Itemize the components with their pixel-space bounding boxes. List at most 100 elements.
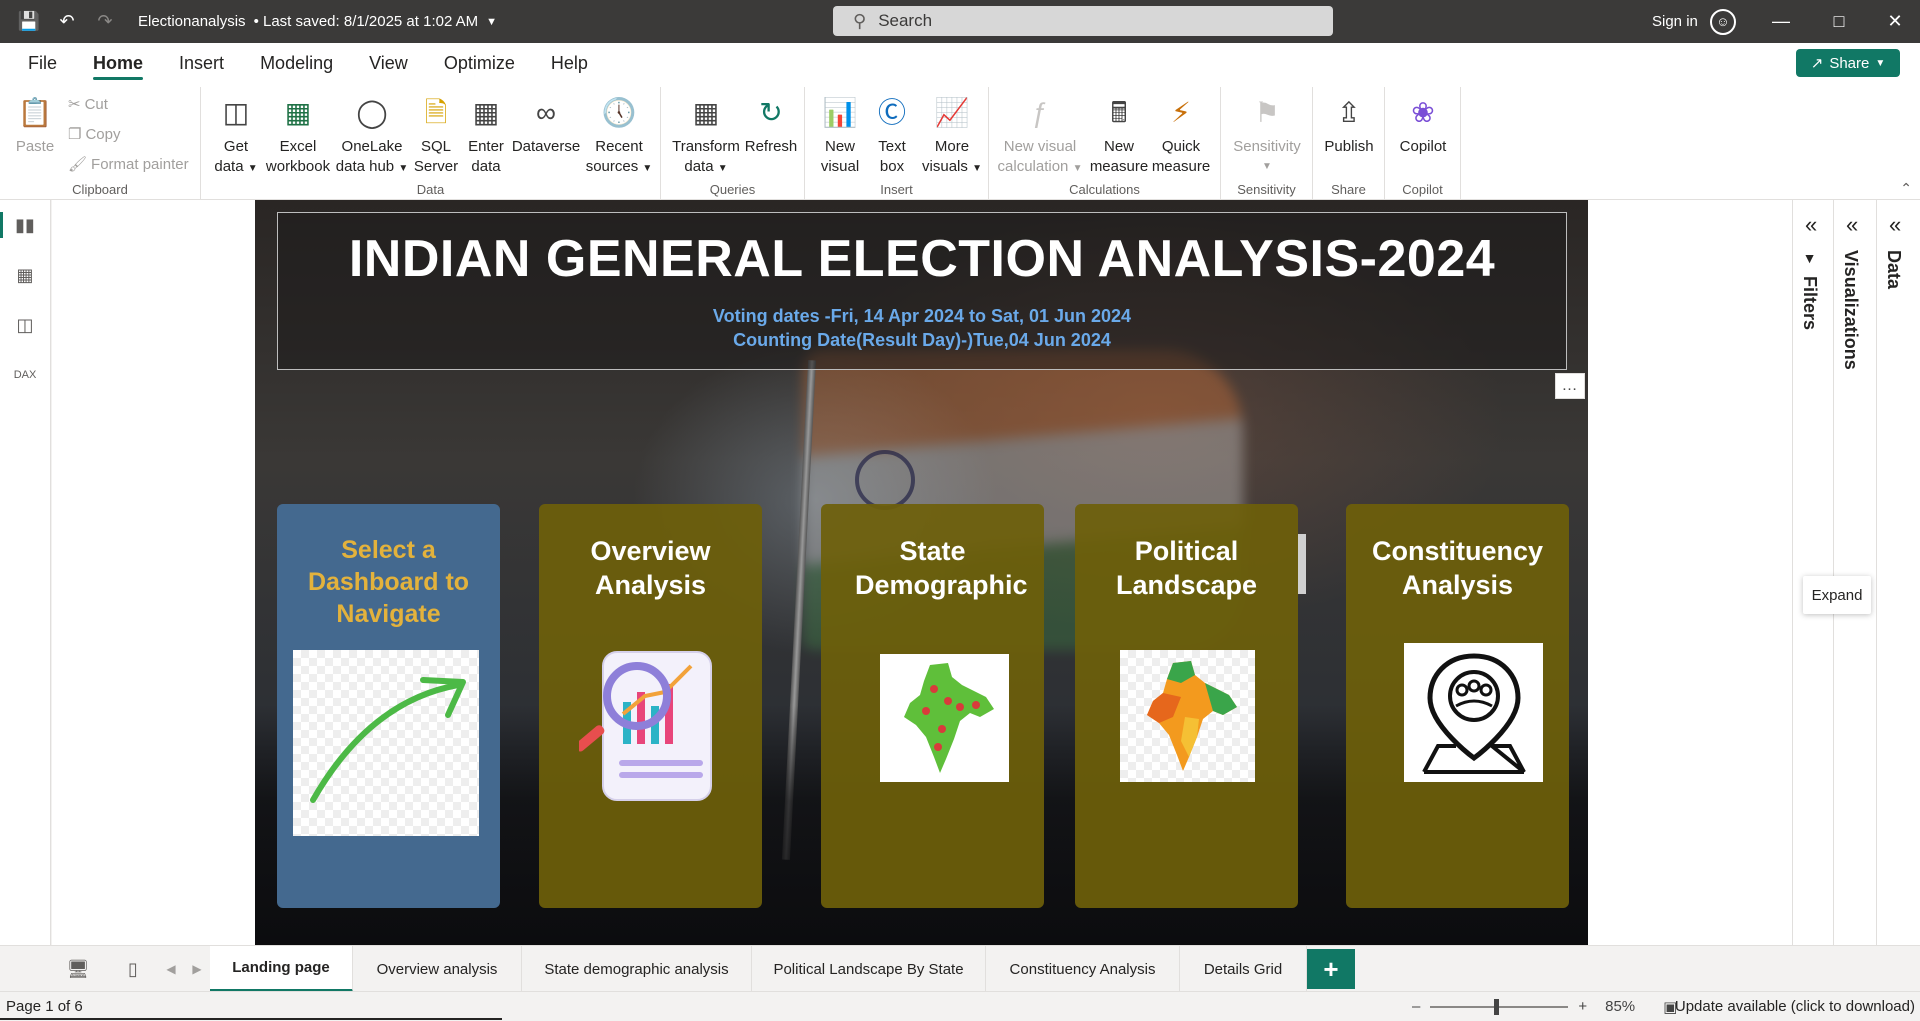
expand-chevron-icon[interactable]: «	[1889, 212, 1901, 238]
tab-help[interactable]: Help	[533, 43, 606, 83]
zoom-control: – + 85% ▣	[1412, 992, 1677, 1021]
card-title: Constituency Analysis	[1371, 536, 1544, 600]
tab-insert[interactable]: Insert	[161, 43, 242, 83]
paste-button[interactable]: 📋 Paste	[12, 93, 58, 157]
desktop-layout-icon[interactable]: 🖥	[60, 946, 96, 992]
tab-modeling[interactable]: Modeling	[242, 43, 351, 83]
group-label-calculations: Calculations	[1069, 182, 1140, 197]
chevron-up-icon[interactable]: ⌃	[1900, 180, 1912, 197]
overview-analysis-card[interactable]: Overview Analysis	[539, 504, 762, 908]
prev-page-icon[interactable]: ◀	[162, 946, 180, 992]
dataverse-icon: ∞	[536, 97, 556, 128]
zoom-out-button[interactable]: –	[1412, 998, 1420, 1015]
chevron-down-icon: ▼	[972, 163, 982, 174]
text-box-button[interactable]: Ⓒ Text box	[867, 93, 917, 177]
tab-optimize[interactable]: Optimize	[426, 43, 533, 83]
more-visuals-button[interactable]: 📈 More visuals ▼	[920, 93, 984, 179]
publish-button[interactable]: ⇫ Publish	[1319, 93, 1379, 157]
transform-data-button[interactable]: ▦ Transform data ▼	[671, 93, 741, 179]
enter-data-button[interactable]: ▦ Enter data	[461, 93, 511, 177]
share-button[interactable]: ↗ Share ▼	[1796, 49, 1900, 77]
quick-measure-icon: ⚡	[1171, 97, 1191, 128]
model-view-icon[interactable]: ◫	[10, 310, 40, 340]
data-pane[interactable]: « Data	[1876, 200, 1920, 945]
redo-icon[interactable]: ↷	[86, 0, 124, 43]
state-demographic-card[interactable]: State Demographic	[821, 504, 1044, 908]
dataverse-button[interactable]: ∞ Dataverse	[511, 93, 581, 157]
page-tab-political-landscape[interactable]: Political Landscape By State	[752, 946, 986, 992]
recent-sources-icon: 🕔	[601, 97, 637, 128]
copilot-icon: ❀	[1411, 97, 1435, 128]
page-tab-details-grid[interactable]: Details Grid	[1180, 946, 1307, 992]
visualizations-pane[interactable]: « Visualizations	[1833, 200, 1876, 945]
copy-icon: ❐	[68, 126, 82, 143]
political-landscape-card[interactable]: Political Landscape by	[1075, 504, 1298, 908]
zoom-in-button[interactable]: +	[1578, 998, 1587, 1015]
quick-measure-button[interactable]: ⚡ Quick measure	[1149, 93, 1213, 177]
save-icon[interactable]: 💾	[10, 0, 48, 43]
expand-tooltip: Expand	[1803, 576, 1871, 614]
scissors-icon: ✂	[68, 96, 81, 113]
maximize-button[interactable]: □	[1814, 0, 1864, 43]
scroll-handle[interactable]	[1298, 534, 1306, 594]
share-label: Share	[1829, 54, 1870, 72]
zoom-slider-thumb[interactable]	[1494, 998, 1500, 1015]
sensitivity-button[interactable]: ⚑ Sensitivity ▼	[1229, 93, 1305, 177]
undo-icon[interactable]: ↶	[48, 0, 86, 43]
database-icon: ◫	[222, 97, 250, 128]
page-tab-landing[interactable]: Landing page	[210, 946, 353, 992]
location-people-icon	[1404, 643, 1543, 782]
more-options-button[interactable]: …	[1555, 373, 1585, 399]
report-page[interactable]: INDIAN GENERAL ELECTION ANALYSIS-2024 Vo…	[255, 200, 1588, 945]
title-text-box[interactable]: INDIAN GENERAL ELECTION ANALYSIS-2024 Vo…	[277, 212, 1567, 370]
next-page-icon[interactable]: ▶	[188, 946, 206, 992]
expand-chevron-icon[interactable]: «	[1805, 212, 1817, 238]
group-label-data: Data	[416, 182, 445, 197]
group-label-clipboard: Clipboard	[72, 182, 128, 197]
dax-query-view-icon[interactable]: DAX	[10, 360, 40, 390]
report-view-icon[interactable]: ▮▮	[0, 210, 40, 240]
page-tab-constituency[interactable]: Constituency Analysis	[986, 946, 1180, 992]
refresh-button[interactable]: ↻ Refresh	[743, 93, 799, 157]
copy-button[interactable]: ❐ Copy	[68, 125, 120, 144]
filters-pane[interactable]: « ▼ Filters	[1792, 200, 1833, 945]
copilot-button[interactable]: ❀ Copilot	[1391, 93, 1455, 157]
expand-chevron-icon[interactable]: «	[1846, 212, 1858, 238]
chevron-down-icon[interactable]: ▼	[486, 16, 497, 28]
new-visual-calculation-button[interactable]: ƒ New visual calculation ▼	[995, 93, 1085, 179]
filters-pane-label: ▼ Filters	[1800, 250, 1820, 331]
copilot-group: ❀ Copilot Copilot	[1385, 87, 1461, 199]
table-view-icon[interactable]: ▦	[10, 260, 40, 290]
new-visual-button[interactable]: 📊 New visual	[815, 93, 865, 177]
page-tab-state-demographic[interactable]: State demographic analysis	[522, 946, 752, 992]
minimize-button[interactable]: —	[1756, 0, 1806, 43]
sign-in-button[interactable]: Sign in ☺	[1652, 0, 1736, 43]
mobile-layout-icon[interactable]: ▯	[118, 946, 148, 992]
tab-view[interactable]: View	[351, 43, 426, 83]
zoom-slider[interactable]	[1430, 998, 1569, 1015]
onelake-data-hub-button[interactable]: ◯ OneLake data hub ▼	[335, 93, 409, 179]
tab-file[interactable]: File	[10, 43, 75, 83]
recent-sources-button[interactable]: 🕔 Recent sources ▼	[584, 93, 654, 179]
cut-button[interactable]: ✂ Cut	[68, 95, 108, 114]
format-painter-button[interactable]: 🖌 Format painter	[68, 155, 189, 174]
group-label-copilot: Copilot	[1402, 182, 1443, 197]
sql-server-button[interactable]: 🗎 SQL Server	[411, 93, 461, 177]
add-page-button[interactable]: +	[1307, 949, 1355, 989]
page-tab-overview[interactable]: Overview analysis	[353, 946, 522, 992]
close-button[interactable]: ✕	[1870, 0, 1920, 43]
tab-home[interactable]: Home	[75, 43, 161, 83]
calculator-icon: 🖩	[1110, 97, 1128, 128]
select-dashboard-card[interactable]: Select a Dashboard to Navigate	[277, 504, 500, 908]
sql-server-icon: 🗎	[424, 97, 448, 128]
update-available-link[interactable]: Update available (click to download)	[1675, 998, 1915, 1015]
search-input[interactable]: ⚲ Search	[833, 6, 1333, 36]
new-measure-button[interactable]: 🖩 New measure	[1089, 93, 1149, 177]
get-data-button[interactable]: ◫ Get data ▼	[211, 93, 261, 179]
excel-workbook-button[interactable]: ▦ Excel workbook	[261, 93, 335, 177]
zoom-level[interactable]: 85%	[1605, 998, 1635, 1015]
insert-group: 📊 New visual Ⓒ Text box 📈 More visuals ▼…	[805, 87, 989, 199]
document-title[interactable]: Electionanalysis • Last saved: 8/1/2025 …	[138, 13, 497, 30]
card-title: Overview Analysis	[590, 536, 711, 600]
constituency-analysis-card[interactable]: Constituency Analysis	[1346, 504, 1569, 908]
